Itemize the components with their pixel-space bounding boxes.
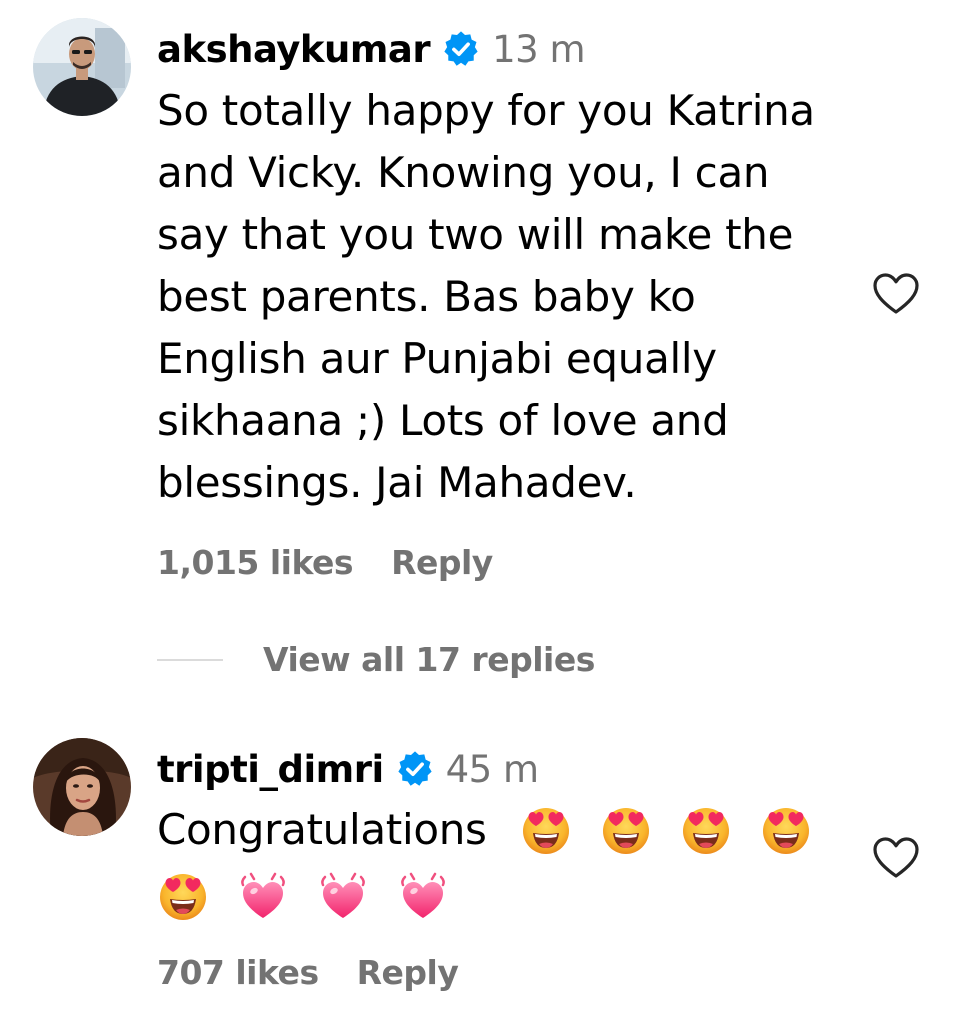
growing-heart-emoji-icon [317, 870, 369, 922]
heart-eyes-emoji-icon [600, 804, 652, 856]
heart-eyes-emoji-icon [680, 804, 732, 856]
comment-emoji-line [157, 858, 857, 924]
verified-badge-icon [396, 750, 434, 788]
heart-eyes-emoji-icon [520, 804, 572, 856]
comment-text-line: Congratulations [157, 796, 857, 858]
comment-header: tripti_dimri 45 m [157, 744, 539, 794]
avatar[interactable] [33, 738, 131, 836]
comment-tripti-dimri: tripti_dimri 45 m Congratulations 707 li… [0, 0, 980, 1034]
timestamp[interactable]: 45 m [446, 748, 539, 791]
growing-heart-emoji-icon [237, 870, 289, 922]
growing-heart-emoji-icon [397, 870, 449, 922]
username[interactable]: tripti_dimri [157, 748, 384, 791]
reply-button[interactable]: Reply [357, 953, 459, 992]
heart-eyes-emoji-icon [760, 804, 812, 856]
comment-text-word: Congratulations [157, 804, 487, 854]
likes-count[interactable]: 707 likes [157, 953, 319, 992]
comment-text: Congratulations [157, 796, 857, 924]
like-heart-icon[interactable] [872, 836, 920, 880]
comment-actions: 707 likes Reply [157, 950, 459, 994]
heart-eyes-emoji-icon [157, 870, 209, 922]
